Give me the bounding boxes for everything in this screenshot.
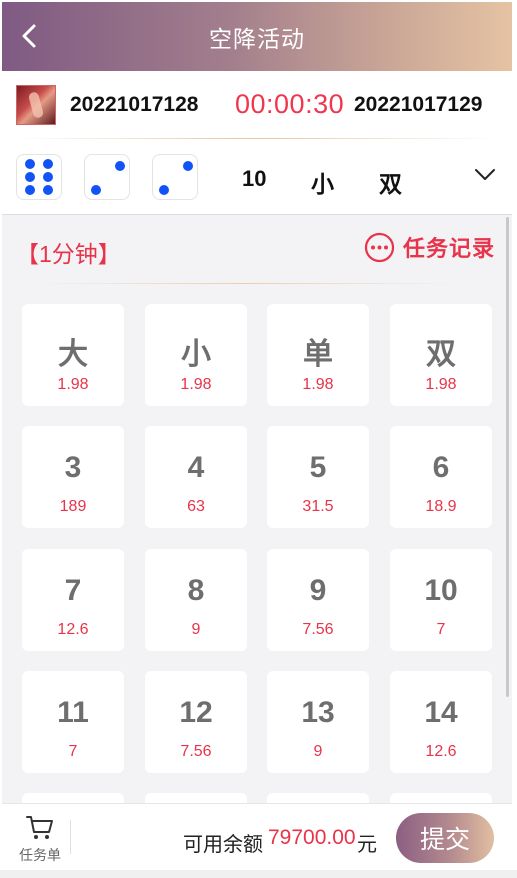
balance-label: 可用余额 — [183, 834, 263, 856]
bet-option-label: 3 — [64, 451, 82, 484]
bet-option-odds: 9 — [313, 743, 323, 760]
bet-option-label: 12 — [179, 696, 213, 729]
die-pip — [25, 172, 35, 182]
bet-option-odds: 12.6 — [57, 621, 89, 638]
die-pip — [115, 161, 125, 171]
bet-option-label: 11 — [57, 696, 89, 729]
betting-panel: 【1分钟】 任务记录 大 1.98 小 1.98 单 1.98 双 1.98 3 189 4 63 5 3… — [2, 215, 512, 803]
previous-issue-number: 20221017128 — [70, 93, 199, 116]
die-pip — [43, 172, 53, 182]
die-face — [152, 154, 198, 200]
issue-row: 20221017128 00:00:30 20221017129 — [2, 71, 512, 139]
bet-option[interactable]: 5 31.5 — [267, 426, 369, 528]
bet-option[interactable]: 14 12.6 — [390, 671, 492, 773]
task-list-button[interactable]: 任务单 — [12, 812, 68, 864]
countdown-timer: 00:00:30 — [235, 89, 345, 119]
bet-option-label: 小 — [181, 338, 211, 371]
result-parity: 双 — [379, 171, 402, 197]
bet-option-odds: 189 — [59, 498, 87, 515]
cart-icon — [26, 816, 53, 839]
divider — [70, 820, 71, 854]
period-label: 【1分钟】 — [16, 241, 121, 267]
bet-option[interactable]: 3 189 — [22, 426, 124, 528]
chevron-left-icon[interactable] — [16, 22, 44, 50]
ellipsis-circle-icon — [364, 232, 395, 262]
bet-option[interactable]: 9 7.56 — [267, 549, 369, 651]
bet-option-label: 14 — [424, 696, 458, 729]
die-pip — [183, 161, 193, 171]
scrollbar[interactable] — [506, 217, 509, 697]
bet-option-label: 7 — [64, 574, 82, 607]
divider — [30, 283, 460, 284]
bet-option-odds: 9 — [191, 621, 201, 638]
bet-option-label: 单 — [303, 338, 333, 371]
bet-option-label: 10 — [424, 574, 458, 607]
bet-option-odds: 1.98 — [425, 376, 457, 393]
die-pip — [43, 185, 53, 195]
bet-option-odds: 12.6 — [425, 743, 457, 760]
die-face — [84, 154, 130, 200]
bet-option-odds: 7 — [68, 743, 78, 760]
submit-button[interactable]: 提交 — [396, 813, 494, 863]
bet-option-label: 6 — [432, 451, 450, 484]
die-face — [16, 154, 62, 200]
bet-option-odds: 7.56 — [302, 621, 334, 638]
lottery-thumbnail — [16, 85, 56, 125]
current-issue-number: 20221017129 — [354, 93, 483, 116]
bet-option[interactable] — [22, 793, 124, 803]
bet-option-odds: 1.98 — [57, 376, 89, 393]
bet-option-label: 9 — [309, 574, 327, 607]
bet-option-label: 双 — [426, 338, 456, 371]
bet-option[interactable]: 小 1.98 — [145, 304, 247, 406]
bet-option-label: 大 — [58, 338, 88, 371]
bet-option[interactable]: 双 1.98 — [390, 304, 492, 406]
bet-option[interactable]: 10 7 — [390, 549, 492, 651]
bet-option-odds: 7.56 — [180, 743, 212, 760]
bet-option-label: 13 — [301, 696, 335, 729]
bet-option-odds: 63 — [187, 498, 205, 515]
bet-option[interactable]: 单 1.98 — [267, 304, 369, 406]
bet-option[interactable]: 6 18.9 — [390, 426, 492, 528]
last-result-row[interactable]: 10 小 双 — [2, 140, 512, 215]
page-title: 空降活动 — [209, 25, 305, 52]
chevron-down-icon[interactable] — [474, 168, 496, 182]
bet-option-label: 8 — [187, 574, 205, 607]
bottom-edge — [0, 870, 517, 878]
bet-option-odds: 31.5 — [302, 498, 334, 515]
task-records-label: 任务记录 — [403, 236, 496, 261]
die-pip — [25, 185, 35, 195]
bet-option[interactable] — [390, 793, 492, 803]
die-pip — [159, 185, 169, 195]
bet-option-odds: 1.98 — [302, 376, 334, 393]
bet-option-odds: 18.9 — [425, 498, 457, 515]
bet-option[interactable]: 4 63 — [145, 426, 247, 528]
result-size: 小 — [311, 171, 334, 197]
bet-option[interactable]: 13 9 — [267, 671, 369, 773]
bet-option[interactable]: 89 — [145, 549, 247, 651]
bet-option-odds: 1.98 — [180, 376, 212, 393]
task-records-button[interactable]: 任务记录 — [364, 231, 495, 263]
bet-option[interactable]: 12 7.56 — [145, 671, 247, 773]
die-pip — [43, 159, 53, 169]
bet-option-label: 4 — [187, 451, 205, 484]
result-sum: 10 — [242, 166, 267, 191]
app-header: 空降活动 — [2, 2, 512, 71]
balance-amount: 79700.00 — [268, 826, 356, 849]
bet-option[interactable]: 7 12.6 — [22, 549, 124, 651]
die-pip — [91, 185, 101, 195]
divider — [14, 138, 498, 139]
balance-unit: 元 — [357, 834, 377, 856]
die-pip — [25, 159, 35, 169]
bet-option-odds: 7 — [436, 621, 446, 638]
bet-option-label: 5 — [309, 451, 327, 484]
bet-option[interactable] — [267, 793, 369, 803]
footer-bar: 任务单 可用余额 79700.00 元 提交 — [2, 803, 512, 870]
bet-option[interactable] — [145, 793, 247, 803]
task-list-label: 任务单 — [19, 847, 61, 863]
bet-option[interactable]: 大 1.98 — [22, 304, 124, 406]
bet-option[interactable]: 11 7 — [22, 671, 124, 773]
